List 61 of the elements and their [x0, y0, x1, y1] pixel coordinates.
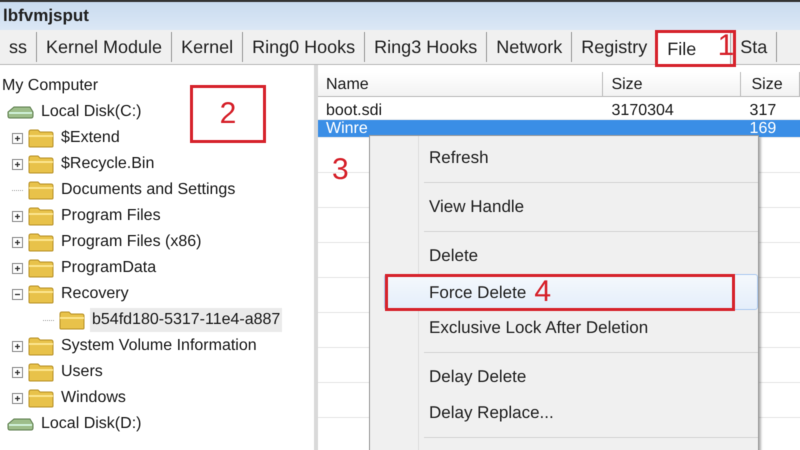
- column-header[interactable]: Name: [318, 72, 604, 96]
- expand-icon[interactable]: [12, 366, 23, 378]
- file-size: 317: [750, 102, 776, 119]
- folder-icon: [28, 284, 54, 304]
- tree-item[interactable]: Documents and Settings: [59, 178, 238, 202]
- column-header[interactable]: Size: [741, 72, 800, 96]
- drive-icon: [6, 417, 34, 431]
- folder-icon: [28, 388, 54, 408]
- tree-item[interactable]: ProgramData: [59, 256, 158, 280]
- tree-item[interactable]: Users: [59, 360, 105, 384]
- menu-item[interactable]: Delete: [420, 238, 758, 274]
- menu-item[interactable]: Exclusive Lock After Deletion: [420, 310, 758, 346]
- tree-item[interactable]: $Extend: [59, 126, 122, 150]
- tab[interactable]: Network: [487, 32, 572, 62]
- file-name: boot.sdi: [326, 102, 382, 119]
- folder-icon: [59, 310, 85, 330]
- collapse-icon[interactable]: [12, 288, 23, 300]
- folder-icon: [28, 362, 54, 382]
- tab[interactable]: Ring0 Hooks: [243, 32, 366, 62]
- tree-item[interactable]: Program Files (x86): [59, 230, 204, 254]
- tree-item[interactable]: Program Files: [59, 204, 163, 228]
- expand-icon[interactable]: [12, 210, 23, 222]
- tree-item[interactable]: b54fd180-5317-11e4-a887: [90, 308, 282, 332]
- expand-icon[interactable]: [12, 132, 23, 144]
- expand-icon[interactable]: [12, 392, 23, 404]
- expand-icon[interactable]: [12, 236, 23, 248]
- folder-icon: [28, 206, 54, 226]
- file-size: 169: [750, 120, 776, 137]
- folder-icon: [28, 258, 54, 278]
- tree-item[interactable]: Local Disk(C:): [39, 100, 144, 124]
- tab[interactable]: Registry: [572, 32, 658, 62]
- file-size: 3170304: [612, 102, 674, 119]
- expand-icon[interactable]: [12, 262, 23, 274]
- file-name: Winre: [326, 120, 368, 137]
- tree-item[interactable]: My Computer: [0, 74, 100, 98]
- tree-item[interactable]: Windows: [59, 386, 128, 410]
- folder-icon: [28, 154, 54, 174]
- menu-item[interactable]: Delay Delete: [420, 359, 758, 395]
- folder-icon: [28, 336, 54, 356]
- expand-icon[interactable]: [12, 340, 23, 352]
- menu-item[interactable]: Delay Replace...: [420, 395, 758, 431]
- tab[interactable]: Kernel: [172, 32, 244, 62]
- annotation-number: 3: [332, 155, 349, 185]
- column-header[interactable]: Size: [603, 72, 742, 96]
- tree-item[interactable]: $Recycle.Bin: [59, 152, 156, 176]
- annotation-box: 2: [190, 85, 266, 143]
- tab[interactable]: Kernel Module: [37, 32, 172, 62]
- drive-icon: [6, 105, 34, 119]
- window-title: lbfvmjsput: [3, 6, 89, 25]
- folder-icon: [28, 128, 54, 148]
- tree-item[interactable]: Recovery: [59, 282, 131, 306]
- tab[interactable]: ss: [0, 32, 37, 62]
- menu-item[interactable]: View Handle: [420, 189, 758, 225]
- tree-item[interactable]: System Volume Information: [59, 334, 259, 358]
- tree-item[interactable]: Local Disk(D:): [39, 412, 144, 436]
- tab[interactable]: Ring3 Hooks: [365, 32, 488, 62]
- menu-item[interactable]: Refresh: [420, 140, 758, 176]
- annotation-number: 4: [534, 275, 552, 308]
- expand-icon[interactable]: [12, 158, 23, 170]
- folder-icon: [28, 180, 54, 200]
- folder-icon: [28, 232, 54, 252]
